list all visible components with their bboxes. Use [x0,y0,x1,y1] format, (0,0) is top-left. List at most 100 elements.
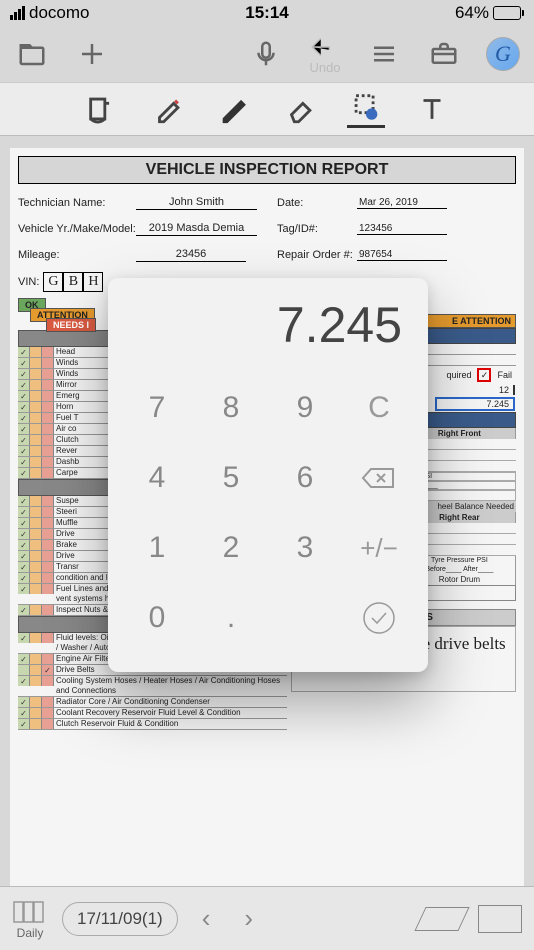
chk-attention[interactable] [30,457,42,467]
next-page-button[interactable]: › [234,903,263,934]
chk-ok[interactable] [18,665,30,675]
key-confirm[interactable] [342,588,416,648]
vin-cell[interactable]: G [43,272,63,292]
chk-attention[interactable] [30,584,42,594]
chk-ok[interactable] [18,562,30,572]
chk-attention[interactable] [30,633,42,643]
chk-needs[interactable] [42,457,54,467]
key-0[interactable]: 0 [120,588,194,648]
chk-needs[interactable] [42,540,54,550]
input-date[interactable]: Mar 26, 2019 [357,197,447,209]
key-7[interactable]: 7 [120,378,194,438]
chk-needs[interactable] [42,654,54,664]
chk-needs[interactable] [42,676,54,686]
chk-attention[interactable] [30,540,42,550]
key-5[interactable]: 5 [194,448,268,508]
chk-needs[interactable] [42,446,54,456]
input-technician[interactable]: John Smith [136,196,257,210]
chk-attention[interactable] [30,665,42,675]
chk-ok[interactable] [18,573,30,583]
chk-ok[interactable] [18,529,30,539]
input-vehicle[interactable]: 2019 Masda Demia [136,222,257,236]
chk-needs[interactable] [42,391,54,401]
chk-needs[interactable] [42,529,54,539]
key-4[interactable]: 4 [120,448,194,508]
undo-button[interactable]: Undo [308,34,342,75]
user-avatar[interactable]: G [486,37,520,71]
microphone-button[interactable] [248,36,284,72]
preview-tool[interactable] [83,90,121,128]
chk-attention[interactable] [30,468,42,478]
rectangle-button[interactable] [478,905,522,933]
chk-ok[interactable] [18,468,30,478]
eraser-tool[interactable] [281,90,319,128]
chk-needs[interactable] [42,413,54,423]
chk-needs[interactable] [42,665,54,675]
chk-ok[interactable] [18,413,30,423]
chk-ok[interactable] [18,424,30,434]
key-decimal[interactable]: . [194,588,268,648]
chk-attention[interactable] [30,518,42,528]
chk-needs[interactable] [42,424,54,434]
menu-button[interactable] [366,36,402,72]
chk-needs[interactable] [42,347,54,357]
chk-ok[interactable] [18,584,30,594]
chk-ok[interactable] [18,708,30,718]
chk-needs[interactable] [42,697,54,707]
chk-attention[interactable] [30,435,42,445]
key-8[interactable]: 8 [194,378,268,438]
chk-needs[interactable] [42,369,54,379]
prev-page-button[interactable]: ‹ [192,903,221,934]
chk-attention[interactable] [30,369,42,379]
chk-attention[interactable] [30,605,42,615]
key-3[interactable]: 3 [268,518,342,578]
chk-attention[interactable] [30,446,42,456]
input-tag[interactable]: 123456 [357,223,447,235]
chk-needs[interactable] [42,402,54,412]
vin-cell[interactable]: H [83,272,103,292]
chk-ok[interactable] [18,697,30,707]
pen-tool[interactable] [215,90,253,128]
chk-attention[interactable] [30,529,42,539]
chk-ok[interactable] [18,347,30,357]
highlighter-tool[interactable] [149,90,187,128]
input-repair[interactable]: 987654 [357,249,447,261]
chk-ok[interactable] [18,676,30,686]
key-1[interactable]: 1 [120,518,194,578]
folder-button[interactable] [14,36,50,72]
vin-cell[interactable]: B [63,272,83,292]
chk-ok[interactable] [18,540,30,550]
chk-needs[interactable] [42,380,54,390]
chk-attention[interactable] [30,551,42,561]
chk-attention[interactable] [30,358,42,368]
chk-ok[interactable] [18,391,30,401]
chk-ok[interactable] [18,435,30,445]
parallelogram-button[interactable] [414,907,469,931]
chk-needs[interactable] [42,551,54,561]
date-selector[interactable]: 17/11/09(1) [62,902,178,936]
chk-ok[interactable] [18,358,30,368]
chk-attention[interactable] [30,507,42,517]
lasso-select-tool[interactable] [347,90,385,128]
chk-needs[interactable] [42,584,54,594]
chk-attention[interactable] [30,697,42,707]
chk-ok[interactable] [18,457,30,467]
chk-ok[interactable] [18,719,30,729]
chk-needs[interactable] [42,435,54,445]
key-plus-minus[interactable]: +/− [342,518,416,578]
chk-needs[interactable] [42,605,54,615]
chk-attention[interactable] [30,562,42,572]
key-backspace[interactable] [342,448,416,508]
chk-needs[interactable] [42,562,54,572]
chk-ok[interactable] [18,633,30,643]
chk-ok[interactable] [18,446,30,456]
key-9[interactable]: 9 [268,378,342,438]
chk-needs[interactable] [42,633,54,643]
chk-ok[interactable] [18,496,30,506]
toolbox-button[interactable] [426,36,462,72]
chk-ok[interactable] [18,551,30,561]
chk-attention[interactable] [30,391,42,401]
chk-ok[interactable] [18,654,30,664]
value-line-1[interactable]: 12 [435,385,515,395]
chk-needs[interactable] [42,573,54,583]
